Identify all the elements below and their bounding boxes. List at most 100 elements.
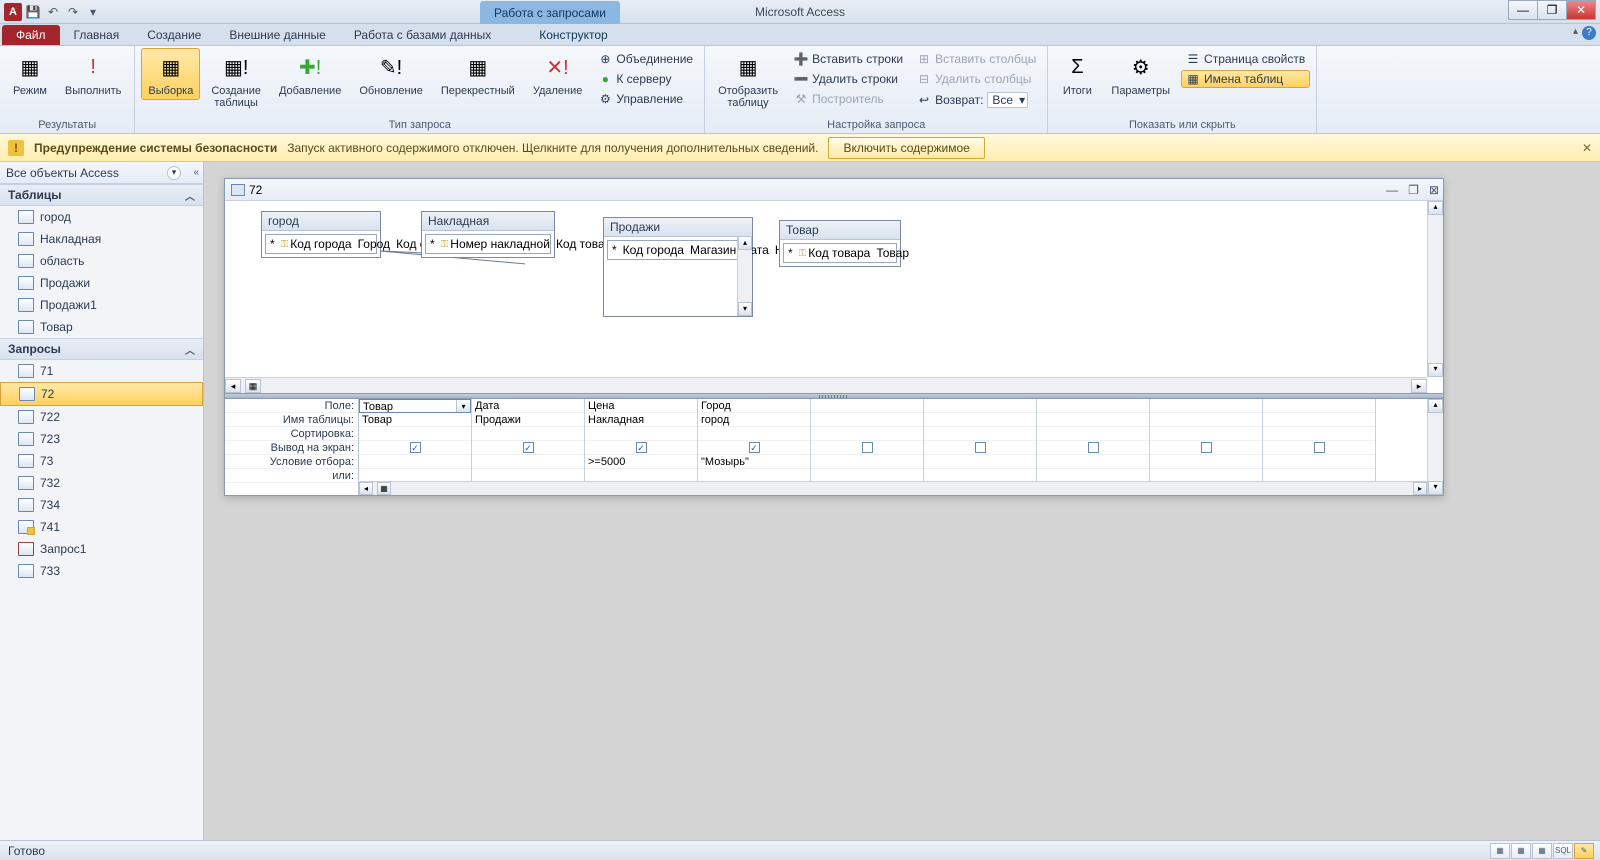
run-button[interactable]: !Выполнить xyxy=(58,48,128,100)
table-box-invoice[interactable]: Накладная *Номер накладнойКод товараЦена xyxy=(421,211,555,258)
nav-item-query[interactable]: 722 xyxy=(0,406,203,428)
nav-item-table[interactable]: Продажи xyxy=(0,272,203,294)
nav-item-table[interactable]: Товар xyxy=(0,316,203,338)
nav-item-query[interactable]: Запрос1 xyxy=(0,538,203,560)
close-bar-icon[interactable]: ✕ xyxy=(1582,141,1592,155)
nav-item-table[interactable]: Продажи1 xyxy=(0,294,203,316)
enable-content-button[interactable]: Включить содержимое xyxy=(828,137,984,159)
select-query-button[interactable]: ▦Выборка xyxy=(141,48,200,100)
grid-vscrollbar[interactable]: ▴▾ xyxy=(1427,399,1443,495)
help-icon[interactable]: ? xyxy=(1582,26,1596,40)
field-item[interactable]: Город xyxy=(356,236,392,252)
field-item[interactable]: Номер накладной xyxy=(439,236,552,252)
nav-filter-dropdown-icon[interactable]: ▾ xyxy=(167,166,181,180)
diagram-pane[interactable]: город *Код городаГородКод области Наклад… xyxy=(225,201,1443,393)
dropdown-icon[interactable]: ▾ xyxy=(456,400,470,413)
tab-external-data[interactable]: Внешние данные xyxy=(215,25,340,45)
maximize-button[interactable]: ❐ xyxy=(1537,0,1567,20)
checkbox[interactable] xyxy=(1314,442,1325,453)
field-item[interactable]: Код города xyxy=(279,236,354,252)
qat-dropdown-icon[interactable]: ▾ xyxy=(84,3,102,21)
nav-header[interactable]: Все объекты Access ▾ « xyxy=(0,162,203,184)
access-app-icon[interactable]: A xyxy=(4,3,22,21)
table-box-city[interactable]: город *Код городаГородКод области xyxy=(261,211,381,258)
field-item[interactable]: * xyxy=(610,242,619,258)
nav-item-query[interactable]: 71 xyxy=(0,360,203,382)
delete-query-button[interactable]: ✕!Удаление xyxy=(526,48,590,100)
make-table-button[interactable]: ▦!Создание таблицы xyxy=(204,48,268,112)
nav-item-table[interactable]: город xyxy=(0,206,203,228)
nav-item-query[interactable]: 73 xyxy=(0,450,203,472)
nav-item-query[interactable]: 741 xyxy=(0,516,203,538)
nav-item-query[interactable]: 732 xyxy=(0,472,203,494)
win-restore-icon[interactable]: ❐ xyxy=(1408,183,1419,197)
parameters-button[interactable]: ⚙Параметры xyxy=(1104,48,1177,100)
show-table-button[interactable]: ▦Отобразить таблицу xyxy=(711,48,785,112)
field-item[interactable]: Код города xyxy=(621,242,686,258)
update-button[interactable]: ✎!Обновление xyxy=(352,48,430,100)
nav-category-queries[interactable]: Запросы︿ xyxy=(0,338,203,360)
table-names-button[interactable]: ▦Имена таблиц xyxy=(1181,70,1310,88)
append-button[interactable]: ✚!Добавление xyxy=(272,48,348,100)
ribbon-collapse-icon[interactable]: ▴ xyxy=(1573,26,1578,37)
totals-button[interactable]: ΣИтоги xyxy=(1054,48,1100,100)
grid-hscrollbar[interactable]: ◂▦▸ xyxy=(359,481,1427,495)
checkbox[interactable] xyxy=(1201,442,1212,453)
view-sql-icon[interactable]: SQL xyxy=(1553,843,1573,859)
table-header[interactable]: Накладная xyxy=(422,212,554,231)
view-chart-icon[interactable]: ▦ xyxy=(1532,843,1552,859)
table-box-sales[interactable]: Продажи *Код городаМагазинДатаНомер накл… xyxy=(603,217,753,317)
delete-rows-button[interactable]: ➖Удалить строки xyxy=(789,70,908,88)
checkbox[interactable]: ✓ xyxy=(749,442,760,453)
security-text[interactable]: Запуск активного содержимого отключен. Щ… xyxy=(287,141,818,155)
crosstab-button[interactable]: ▦Перекрестный xyxy=(434,48,522,100)
return-select[interactable]: Все▾ xyxy=(987,92,1028,108)
tab-designer[interactable]: Конструктор xyxy=(525,25,621,45)
nav-item-table[interactable]: Накладная xyxy=(0,228,203,250)
diagram-hscrollbar[interactable]: ◂▦▸ xyxy=(225,377,1427,393)
undo-icon[interactable]: ↶ xyxy=(44,3,62,21)
checkbox[interactable]: ✓ xyxy=(410,442,421,453)
property-sheet-button[interactable]: ☰Страница свойств xyxy=(1181,50,1310,68)
checkbox[interactable]: ✓ xyxy=(636,442,647,453)
checkbox[interactable] xyxy=(1088,442,1099,453)
query-title-bar[interactable]: 72 — ❐ ⊠ xyxy=(225,179,1443,201)
field-item[interactable]: * xyxy=(268,236,277,252)
view-button[interactable]: ▦Режим xyxy=(6,48,54,100)
view-datasheet-icon[interactable]: ▦ xyxy=(1490,843,1510,859)
close-button[interactable]: ✕ xyxy=(1566,0,1596,20)
redo-icon[interactable]: ↷ xyxy=(64,3,82,21)
win-close-icon[interactable]: ⊠ xyxy=(1429,183,1439,197)
tab-create[interactable]: Создание xyxy=(133,25,215,45)
datadef-button[interactable]: ⚙Управление xyxy=(593,90,698,108)
table-header[interactable]: Товар xyxy=(780,221,900,240)
tab-home[interactable]: Главная xyxy=(60,25,134,45)
field-item[interactable]: * xyxy=(428,236,437,252)
nav-item-query[interactable]: 733 xyxy=(0,560,203,582)
checkbox[interactable] xyxy=(975,442,986,453)
table-scrollbar[interactable]: ▴▾ xyxy=(737,236,752,316)
nav-collapse-icon[interactable]: « xyxy=(193,167,199,178)
field-item[interactable]: Товар xyxy=(874,245,911,261)
minimize-button[interactable]: — xyxy=(1508,0,1538,20)
checkbox[interactable] xyxy=(862,442,873,453)
nav-item-query[interactable]: 734 xyxy=(0,494,203,516)
field-item[interactable]: Код товара xyxy=(797,245,873,261)
diagram-vscrollbar[interactable]: ▴▾ xyxy=(1427,201,1443,377)
passthrough-button[interactable]: ●К серверу xyxy=(593,70,698,88)
table-header[interactable]: город xyxy=(262,212,380,231)
union-button[interactable]: ⊕Объединение xyxy=(593,50,698,68)
nav-item-query[interactable]: 723 xyxy=(0,428,203,450)
checkbox[interactable]: ✓ xyxy=(523,442,534,453)
view-design-icon[interactable]: ✎ xyxy=(1574,843,1594,859)
nav-item-query[interactable]: 72 xyxy=(0,382,203,406)
nav-category-tables[interactable]: Таблицы︿ xyxy=(0,184,203,206)
nav-item-table[interactable]: область xyxy=(0,250,203,272)
insert-rows-button[interactable]: ➕Вставить строки xyxy=(789,50,908,68)
save-icon[interactable]: 💾 xyxy=(24,3,42,21)
tab-file[interactable]: Файл xyxy=(2,25,60,45)
return-control[interactable]: ↩Возврат: Все▾ xyxy=(912,90,1041,110)
field-item[interactable]: Магазин xyxy=(688,242,738,258)
tab-database-tools[interactable]: Работа с базами данных xyxy=(340,25,505,45)
field-item[interactable]: * xyxy=(786,245,795,261)
